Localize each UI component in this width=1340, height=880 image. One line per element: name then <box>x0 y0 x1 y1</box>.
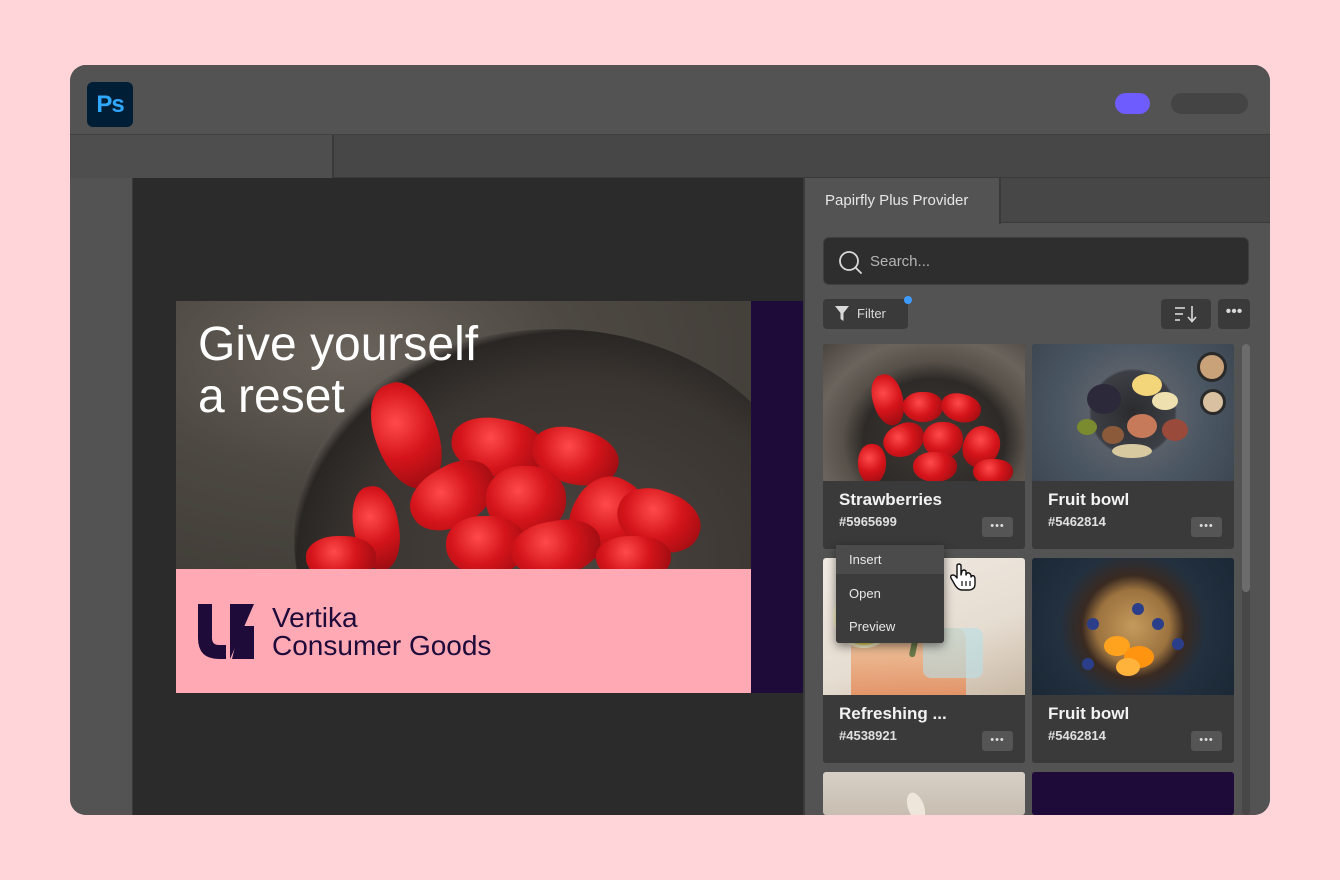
asset-card-partial[interactable] <box>823 772 1025 815</box>
document-tab-strip <box>70 135 1270 178</box>
asset-title: Strawberries <box>839 490 942 509</box>
search-box[interactable] <box>823 237 1249 285</box>
photoshop-logo-icon: Ps <box>87 82 133 127</box>
asset-grid-scrollbar[interactable] <box>1242 344 1250 815</box>
asset-title: Refreshing ... <box>839 704 947 723</box>
vertika-logo-icon <box>198 604 254 659</box>
asset-more-button[interactable]: ••• <box>1191 731 1222 751</box>
strawberry-shape <box>596 536 671 569</box>
fruit-shape <box>1127 414 1157 438</box>
artwork-photo: Give yourself a reset <box>176 301 751 569</box>
cup-shape <box>1197 352 1227 382</box>
asset-card[interactable]: Fruit bowl #5462814 ••• <box>1032 558 1234 763</box>
fruit-shape <box>1087 384 1121 414</box>
filter-button[interactable]: Filter <box>823 299 908 329</box>
menu-item-open[interactable]: Open <box>836 579 944 608</box>
asset-thumbnail-strawberries <box>823 344 1025 481</box>
hand-pointer-cursor-icon <box>950 563 976 591</box>
asset-card[interactable]: Strawberries #5965699 ••• <box>823 344 1025 549</box>
asset-thumbnail-fruit-platter <box>1032 344 1234 481</box>
strawberry-shape <box>973 459 1013 481</box>
tab-papirfly-plus-provider[interactable]: Papirfly Plus Provider <box>805 178 1001 224</box>
blueberry-shape <box>1082 658 1094 670</box>
asset-thumbnail-partial <box>1032 772 1234 815</box>
brand-name: Vertika Consumer Goods <box>272 604 491 660</box>
asset-id: #5965699 <box>839 514 897 529</box>
sort-button[interactable] <box>1161 299 1211 329</box>
asset-id: #5462814 <box>1048 728 1106 743</box>
filter-label: Filter <box>857 306 886 321</box>
asset-more-button[interactable]: ••• <box>982 517 1013 537</box>
document-tab[interactable] <box>70 135 334 178</box>
asset-thumbnail-partial <box>823 772 1025 815</box>
blueberry-shape <box>1172 638 1184 650</box>
strawberry-shape <box>866 371 910 429</box>
search-icon <box>839 251 862 274</box>
strawberry-shape <box>913 452 957 481</box>
artwork-side-strip <box>751 301 803 693</box>
account-pill-button[interactable] <box>1171 93 1248 114</box>
blueberry-shape <box>1132 603 1144 615</box>
plugin-panel: Papirfly Plus Provider Filter <box>803 178 1270 815</box>
feather-shape <box>903 790 929 815</box>
orange-slice-shape <box>1116 658 1140 676</box>
fruit-shape <box>1102 426 1124 444</box>
brand-line-1: Vertika <box>272 602 358 633</box>
share-pill-button[interactable] <box>1115 93 1150 114</box>
asset-thumbnail-pancake-skillet <box>1032 558 1234 695</box>
blueberry-shape <box>1087 618 1099 630</box>
asset-context-menu: Insert Open Preview <box>836 545 944 643</box>
filter-funnel-icon <box>835 306 849 321</box>
asset-title: Fruit bowl <box>1048 490 1130 509</box>
fruit-shape <box>1162 419 1188 441</box>
asset-card[interactable]: Fruit bowl #5462814 ••• <box>1032 344 1234 549</box>
brand-line-2: Consumer Goods <box>272 630 492 661</box>
sort-icon <box>1175 306 1197 323</box>
panel-more-button[interactable]: ••• <box>1218 299 1250 329</box>
asset-card-partial[interactable] <box>1032 772 1234 815</box>
filter-active-indicator <box>904 296 912 304</box>
artwork-headline: Give yourself a reset <box>198 319 478 423</box>
blueberry-shape <box>1152 618 1164 630</box>
asset-id: #4538921 <box>839 728 897 743</box>
strawberry-shape <box>306 536 376 569</box>
cup-shape <box>1200 389 1226 415</box>
fruit-shape <box>1152 392 1178 410</box>
title-bar: Ps <box>70 65 1270 135</box>
asset-more-button[interactable]: ••• <box>982 731 1013 751</box>
tools-toolbar <box>70 178 133 815</box>
panel-tab-bar: Papirfly Plus Provider <box>805 178 1270 224</box>
headline-line-2: a reset <box>198 370 345 423</box>
strawberry-shape <box>903 392 943 422</box>
fruit-shape <box>1112 444 1152 458</box>
artwork-brand-band: Vertika Consumer Goods <box>176 569 751 693</box>
scrollbar-thumb[interactable] <box>1242 344 1250 592</box>
menu-item-preview[interactable]: Preview <box>836 612 944 641</box>
asset-more-button[interactable]: ••• <box>1191 517 1222 537</box>
search-input[interactable] <box>870 238 1230 284</box>
fruit-shape <box>1077 419 1097 435</box>
headline-line-1: Give yourself <box>198 318 479 371</box>
photoshop-window: Ps Give yourself a reset Vertika Consume… <box>70 65 1270 815</box>
menu-item-insert[interactable]: Insert <box>836 545 944 574</box>
artwork-banner[interactable]: Give yourself a reset Vertika Consumer G… <box>176 301 803 693</box>
canvas-area[interactable]: Give yourself a reset Vertika Consumer G… <box>133 178 803 815</box>
asset-id: #5462814 <box>1048 514 1106 529</box>
strawberry-shape <box>858 444 886 481</box>
asset-title: Fruit bowl <box>1048 704 1130 723</box>
